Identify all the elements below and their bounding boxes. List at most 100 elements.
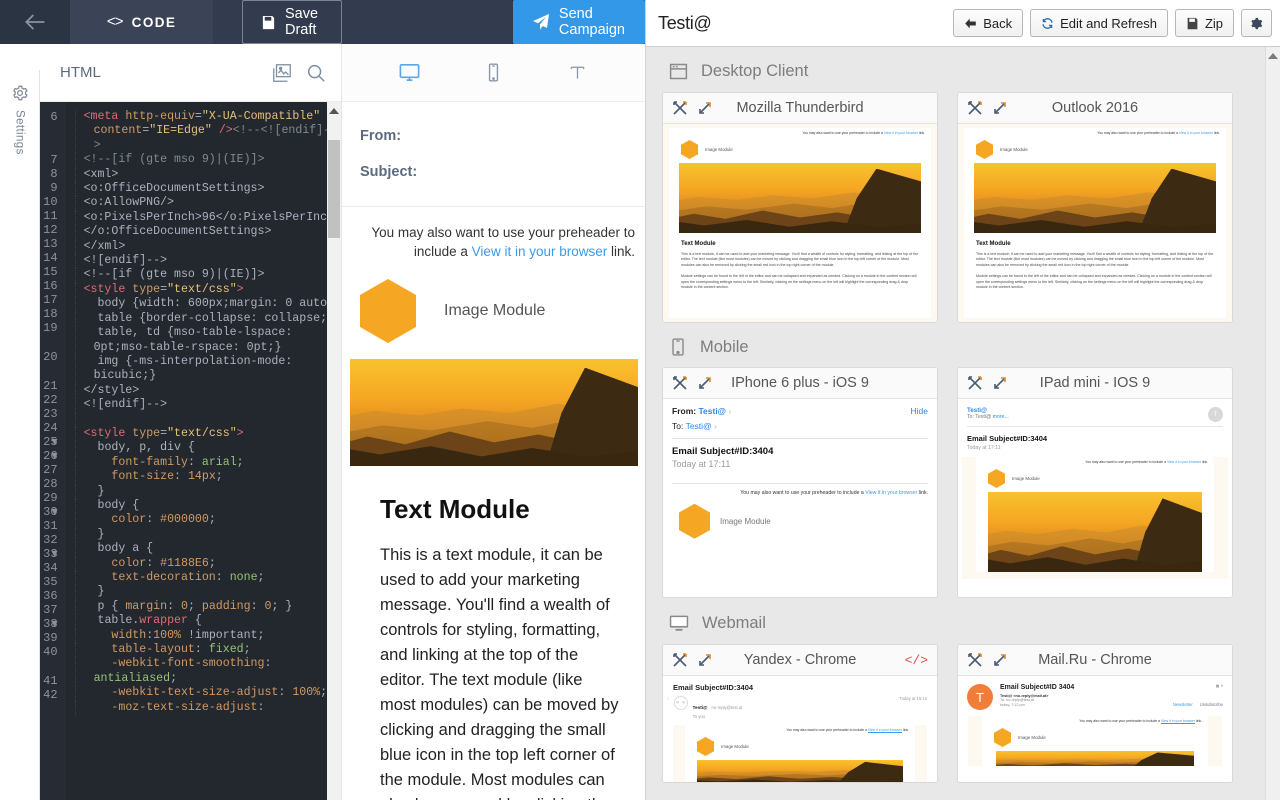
code-line[interactable]: -webkit-font-smoothing: antialiased;	[74, 657, 341, 687]
card-yandex[interactable]: Yandex - Chrome </> Email Subject#ID:340…	[662, 644, 938, 783]
code-line[interactable]: img {-ms-interpolation-mode: bicubic;}	[74, 354, 341, 384]
sender-name[interactable]: Testi@	[698, 406, 726, 416]
compare-icon[interactable]	[967, 100, 983, 116]
code-line[interactable]: }	[74, 585, 341, 600]
code-line[interactable]: </xml>	[74, 239, 341, 255]
tab-mobile-preview[interactable]	[479, 58, 509, 88]
more-link[interactable]: more...	[993, 414, 1009, 420]
expand-icon[interactable]	[697, 652, 713, 668]
code-line[interactable]: body {	[74, 498, 341, 514]
settings-rail[interactable]: Settings	[0, 70, 40, 800]
code-line[interactable]: <style type="text/css">	[74, 282, 341, 298]
card-ipad-body: T Testi@ To: Testi@ more... Email Subjec…	[958, 399, 1232, 597]
mini-preheader-link[interactable]: View it in your browser	[884, 131, 918, 135]
compare-icon[interactable]	[967, 375, 983, 391]
code-line[interactable]: width:100% !important;	[74, 628, 341, 644]
save-draft-button[interactable]: Save Draft	[242, 0, 342, 44]
code-scrollbar[interactable]	[327, 102, 341, 800]
expand-icon[interactable]	[697, 375, 713, 391]
code-line[interactable]: -webkit-text-size-adjust: 100%;	[74, 686, 341, 701]
code-line[interactable]: body, p, div {	[74, 441, 341, 456]
image-stack-icon[interactable]	[271, 62, 293, 84]
code-line[interactable]: }	[74, 484, 341, 499]
code-line[interactable]: table.wrapper {	[74, 614, 341, 629]
collapse-icon[interactable]: ‹	[667, 696, 669, 702]
back-button[interactable]	[0, 0, 70, 44]
code-line[interactable]: <![endif]-->	[74, 254, 341, 269]
mini-preheader-link[interactable]: View it in your browser	[865, 490, 917, 496]
code-line[interactable]: text-decoration: none;	[74, 571, 341, 586]
back-button-testi[interactable]: Back	[953, 9, 1024, 37]
compare-icon[interactable]	[967, 652, 983, 668]
code-line[interactable]: <!--[if (gte mso 9)|(IE)]>	[74, 268, 341, 283]
recipient-name[interactable]: Testi@	[686, 421, 712, 431]
code-line[interactable]: }	[74, 527, 341, 543]
edit-and-refresh-button[interactable]: Edit and Refresh	[1030, 9, 1168, 37]
code-line[interactable]: table-layout: fixed;	[74, 643, 341, 658]
code-line[interactable]: </style>	[74, 383, 341, 399]
card-ipad[interactable]: IPad mini - IOS 9 T Testi@ To: Testi@ mo…	[957, 367, 1233, 598]
code-line[interactable]: </o:OfficeDocumentSettings>	[74, 225, 341, 240]
code-line[interactable]: font-size: 14px;	[74, 470, 341, 485]
code-line[interactable]: table, td {mso-table-lspace: 0pt;mso-tab…	[74, 326, 341, 355]
mini-preheader-link[interactable]: View it in your browser	[1161, 719, 1195, 723]
mini-preheader-link[interactable]: View it in your browser	[868, 728, 902, 732]
code-line[interactable]: <o:PixelsPerInch>96</o:PixelsPerInch>	[74, 210, 341, 226]
compare-icon[interactable]	[672, 652, 688, 668]
mini-image-module: Image Module	[982, 725, 1208, 751]
testi-scrollbar[interactable]	[1265, 47, 1280, 800]
code-line[interactable]: p { margin: 0; padding: 0; }	[74, 599, 341, 615]
code-brackets-icon[interactable]: </>	[905, 653, 928, 668]
tab-code[interactable]: < > CODE	[70, 0, 213, 44]
code-editor[interactable]: 6 7 8 9 10 11 12 13 14 15 16 17 18 19 20 21 22 23 24 ▾ 25 ▾…	[40, 102, 341, 800]
tab-desktop-preview[interactable]	[395, 58, 425, 88]
refresh-icon	[1041, 17, 1054, 30]
yandex-time: Today at 16:12	[899, 696, 927, 701]
code-line[interactable]: color: #000000;	[74, 513, 341, 528]
expand-icon[interactable]	[992, 100, 1008, 116]
unsubscribe-link[interactable]: Unsubscribe	[1200, 702, 1223, 707]
expand-icon[interactable]	[697, 100, 713, 116]
code-line[interactable]: body {width: 600px;margin: 0 auto;}	[74, 297, 341, 312]
mini-preheader-link[interactable]: View it in your browser	[1167, 460, 1201, 464]
mini-preheader-link[interactable]: View it in your browser	[1179, 131, 1213, 135]
code-content[interactable]: <meta http-equiv="X-UA-Compatible" conte…	[66, 102, 341, 800]
zip-button[interactable]: Zip	[1174, 9, 1234, 37]
more-options-icon[interactable]: ■ •	[1216, 684, 1223, 690]
code-line[interactable]: -moz-text-size-adjust:	[74, 700, 341, 716]
code-line[interactable]: <xml>	[74, 167, 341, 183]
sender-name[interactable]: Testi@	[967, 407, 1223, 414]
code-line[interactable]: color: #1188E6;	[74, 556, 341, 571]
card-thunderbird[interactable]: Mozilla Thunderbird You may also want to…	[662, 92, 938, 323]
edit-and-refresh-label: Edit and Refresh	[1060, 15, 1157, 31]
compare-icon[interactable]	[672, 100, 688, 116]
hide-link[interactable]: Hide	[911, 406, 928, 416]
webmail-cards: Yandex - Chrome </> Email Subject#ID:340…	[658, 644, 1262, 783]
search-icon[interactable]	[305, 62, 327, 84]
card-outlook[interactable]: Outlook 2016 You may also want to use yo…	[957, 92, 1233, 323]
code-line[interactable]: <meta http-equiv="X-UA-Compatible" conte…	[74, 110, 341, 154]
expand-icon[interactable]	[992, 652, 1008, 668]
code-line[interactable]: font-family: arial;	[74, 455, 341, 471]
expand-icon[interactable]	[992, 375, 1008, 391]
tab-text-preview[interactable]	[563, 58, 593, 88]
card-mailru[interactable]: Mail.Ru - Chrome T Email Subject#ID 3404…	[957, 644, 1233, 783]
code-line[interactable]: <![endif]-->	[74, 398, 341, 413]
code-line[interactable]: <o:AllowPNG/>	[74, 196, 341, 211]
code-scroll-thumb[interactable]	[328, 140, 340, 238]
section-mobile: Mobile	[658, 323, 1262, 367]
code-line[interactable]: body a {	[74, 542, 341, 557]
code-line[interactable]	[74, 412, 341, 427]
code-line[interactable]: <!--[if (gte mso 9)|(IE)]>	[74, 153, 341, 168]
scroll-up-arrow-icon[interactable]	[329, 108, 339, 114]
settings-button-testi[interactable]	[1241, 9, 1272, 37]
code-brackets-icon: < >	[106, 13, 124, 31]
compare-icon[interactable]	[672, 375, 688, 391]
scroll-up-arrow-icon[interactable]	[1268, 53, 1278, 59]
code-line[interactable]: <o:OfficeDocumentSettings>	[74, 182, 341, 197]
code-line[interactable]: <style type="text/css">	[74, 426, 341, 442]
code-line[interactable]: table {border-collapse: collapse;}	[74, 311, 341, 327]
view-in-browser-link[interactable]: View it in your browser	[472, 244, 608, 259]
card-iphone[interactable]: IPhone 6 plus - iOS 9 Hide From: Testi@ …	[662, 367, 938, 598]
send-campaign-button[interactable]: Send Campaign	[512, 0, 645, 44]
